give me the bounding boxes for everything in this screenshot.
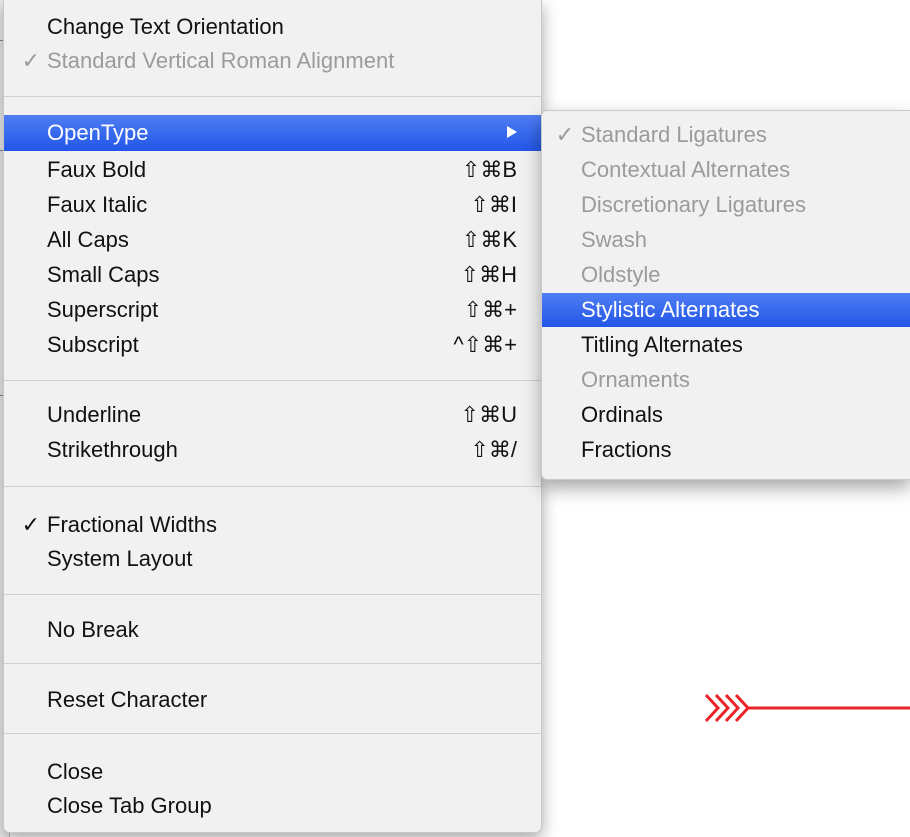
submenu-item-standard-ligatures: ✓ Standard Ligatures: [542, 118, 910, 152]
shortcut-label: ⇧⌘I: [470, 192, 517, 217]
opentype-submenu: ✓ Standard Ligatures Contextual Alternat…: [541, 110, 910, 480]
shortcut-label: ⇧⌘+: [463, 297, 517, 322]
checkmark-icon: ✓: [21, 512, 40, 537]
submenu-item-titling-alternates[interactable]: Titling Alternates: [542, 328, 910, 362]
menu-item-faux-bold[interactable]: Faux Bold ⇧⌘B: [4, 153, 541, 187]
red-arrow-annotation-icon: [704, 693, 910, 723]
menu-separator: [4, 733, 541, 734]
submenu-item-swash: Swash: [581, 227, 648, 252]
menu-separator: [4, 486, 541, 487]
menu-item-superscript[interactable]: Superscript ⇧⌘+: [4, 293, 541, 327]
checkmark-icon: ✓: [555, 122, 574, 147]
submenu-item-discretionary-ligatures: Discretionary Ligatures: [581, 192, 806, 217]
shortcut-label: ⇧⌘U: [460, 402, 517, 427]
menu-separator: [4, 663, 541, 664]
type-context-menu: Change Text Orientation ✓ Standard Verti…: [3, 0, 542, 833]
menu-item-system-layout[interactable]: System Layout: [4, 542, 541, 576]
submenu-item-fractions[interactable]: Fractions: [542, 433, 910, 467]
shortcut-label: ⇧⌘B: [461, 157, 517, 182]
menu-item-change-text-orientation[interactable]: Change Text Orientation: [4, 10, 541, 44]
menu-item-close-tab-group[interactable]: Close Tab Group: [4, 789, 541, 823]
shortcut-label: ⇧⌘/: [470, 437, 517, 462]
menu-item-close[interactable]: Close: [4, 755, 541, 789]
menu-item-opentype[interactable]: OpenType: [4, 115, 541, 151]
menu-item-no-break[interactable]: No Break: [4, 613, 541, 647]
menu-item-reset-character[interactable]: Reset Character: [4, 683, 541, 717]
submenu-item-ordinals[interactable]: Ordinals: [542, 398, 910, 432]
menu-item-all-caps[interactable]: All Caps ⇧⌘K: [4, 223, 541, 257]
menu-item-underline[interactable]: Underline ⇧⌘U: [4, 398, 541, 432]
submenu-item-oldstyle: Oldstyle: [581, 262, 661, 287]
menu-item-fractional-widths[interactable]: ✓ Fractional Widths: [4, 508, 541, 542]
menu-separator: [4, 594, 541, 595]
menu-item-standard-vertical-roman-alignment: ✓ Standard Vertical Roman Alignment: [4, 44, 541, 78]
menu-separator: [4, 96, 541, 97]
shortcut-label: ⇧⌘H: [460, 262, 517, 287]
checkmark-icon: ✓: [21, 48, 40, 73]
menu-item-faux-italic[interactable]: Faux Italic ⇧⌘I: [4, 188, 541, 222]
menu-item-subscript[interactable]: Subscript ^⇧⌘+: [4, 328, 541, 362]
menu-item-small-caps[interactable]: Small Caps ⇧⌘H: [4, 258, 541, 292]
menu-separator: [4, 380, 541, 381]
submenu-item-ornaments: Ornaments: [581, 367, 690, 392]
menu-item-strikethrough[interactable]: Strikethrough ⇧⌘/: [4, 433, 541, 467]
shortcut-label: ⇧⌘K: [461, 227, 517, 252]
submenu-arrow-icon: [507, 126, 517, 138]
submenu-item-contextual-alternates: Contextual Alternates: [581, 157, 791, 182]
submenu-item-stylistic-alternates[interactable]: Stylistic Alternates: [542, 293, 910, 327]
shortcut-label: ^⇧⌘+: [453, 332, 517, 357]
